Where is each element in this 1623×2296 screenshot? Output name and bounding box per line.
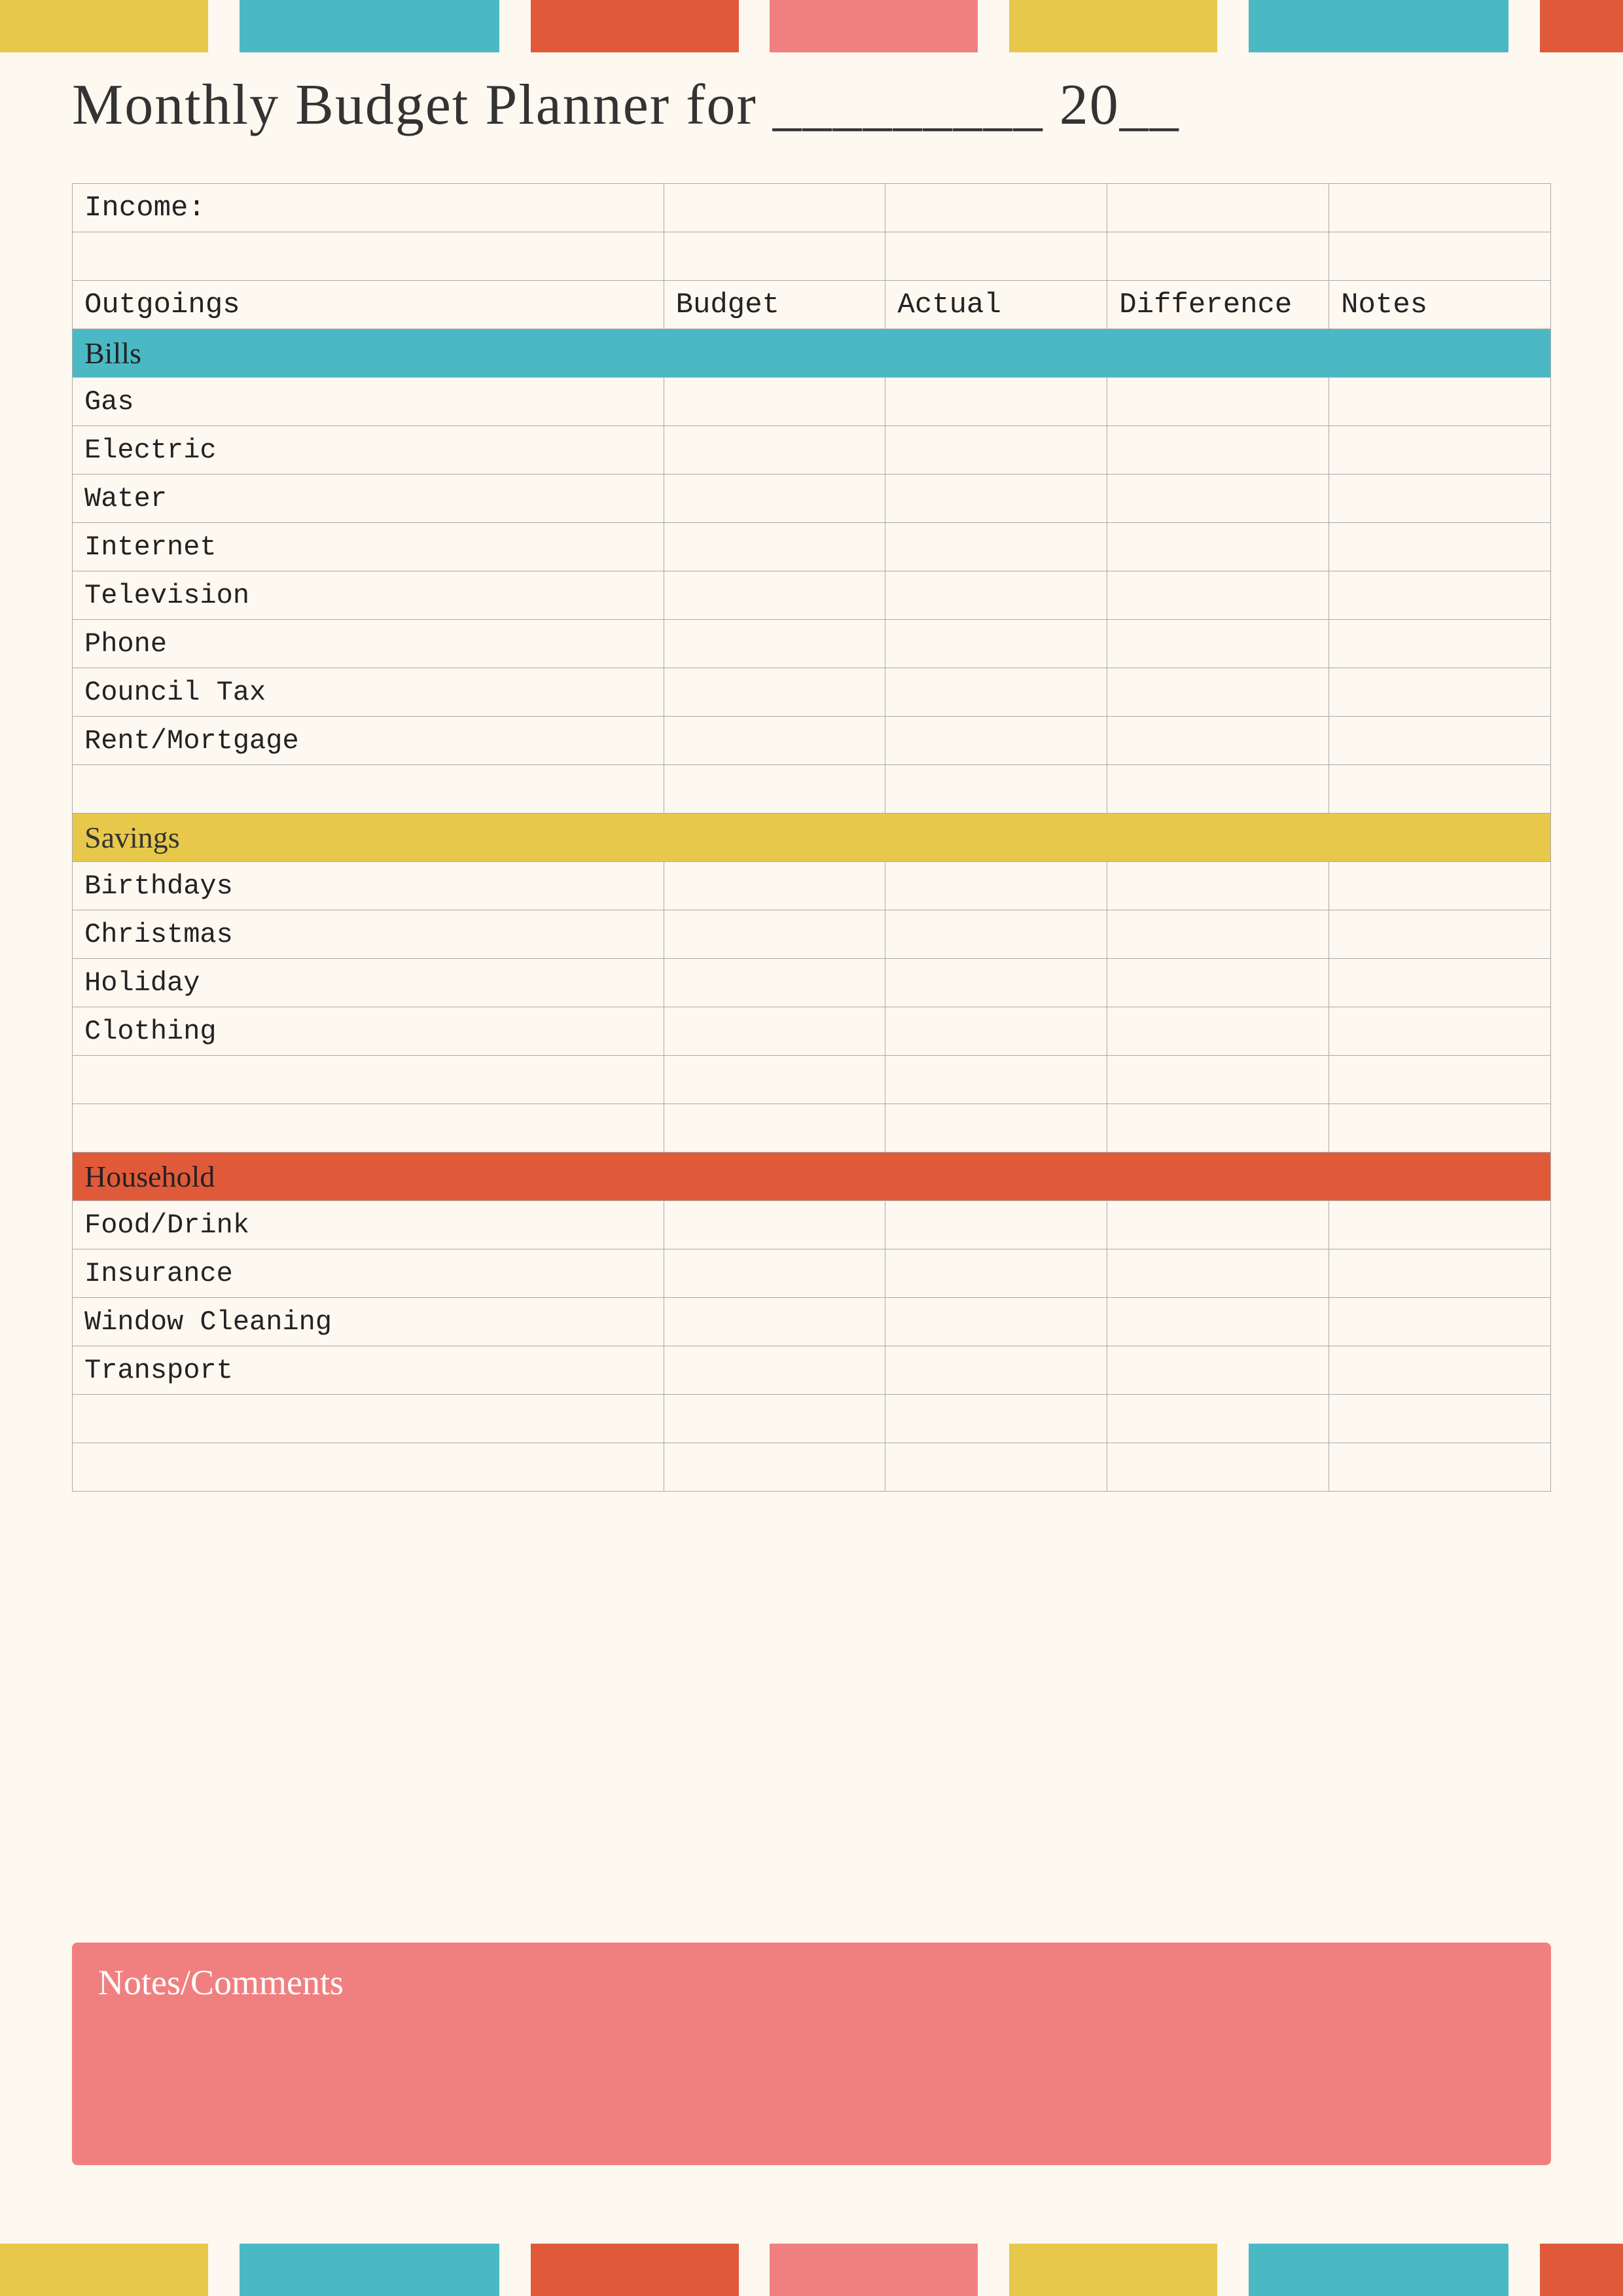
item-insurance: Insurance	[73, 1249, 664, 1298]
bar-gap-3	[739, 0, 770, 52]
empty-row-3	[73, 1056, 1551, 1104]
table-row: Clothing	[73, 1007, 1551, 1056]
bottom-color-bar	[0, 2244, 1623, 2296]
income-actual	[885, 184, 1107, 232]
table-row: Rent/Mortgage	[73, 717, 1551, 765]
item-water: Water	[73, 475, 664, 523]
table-row: Birthdays	[73, 862, 1551, 910]
item-gas: Gas	[73, 378, 664, 426]
item-internet: Internet	[73, 523, 664, 571]
income-budget	[664, 184, 885, 232]
bar-seg-1	[0, 0, 208, 52]
item-holiday: Holiday	[73, 959, 664, 1007]
table-row: Transport	[73, 1346, 1551, 1395]
bar-seg-6	[1249, 0, 1508, 52]
bills-label: Bills	[73, 329, 1551, 378]
table-row: Phone	[73, 620, 1551, 668]
bar-bot-gap-6	[1508, 2244, 1540, 2296]
savings-label: Savings	[73, 814, 1551, 862]
income-row: Income:	[73, 184, 1551, 232]
table-row: Insurance	[73, 1249, 1551, 1298]
bills-section-header: Bills	[73, 329, 1551, 378]
table-row: Council Tax	[73, 668, 1551, 717]
outgoings-label: Outgoings	[73, 281, 664, 329]
table-row: Window Cleaning	[73, 1298, 1551, 1346]
income-notes	[1329, 184, 1551, 232]
income-difference	[1107, 184, 1329, 232]
bar-gap-1	[208, 0, 240, 52]
bar-bot-7	[1540, 2244, 1623, 2296]
household-label: Household	[73, 1153, 1551, 1201]
bar-gap-6	[1508, 0, 1540, 52]
notes-comments-box: Notes/Comments	[72, 1943, 1551, 2165]
bar-seg-3	[531, 0, 739, 52]
bar-seg-5	[1009, 0, 1217, 52]
item-television: Television	[73, 571, 664, 620]
table-row: Electric	[73, 426, 1551, 475]
empty-row-5	[73, 1395, 1551, 1443]
budget-table-container: Income: Outgoings Budget Actual Differen…	[72, 183, 1551, 1492]
bar-bot-3	[531, 2244, 739, 2296]
empty-row-2	[73, 765, 1551, 814]
bar-bot-gap-2	[499, 2244, 531, 2296]
table-row: Gas	[73, 378, 1551, 426]
item-food-drink: Food/Drink	[73, 1201, 664, 1249]
budget-header: Budget	[664, 281, 885, 329]
table-row: Holiday	[73, 959, 1551, 1007]
bar-bot-5	[1009, 2244, 1217, 2296]
bar-seg-4	[770, 0, 978, 52]
table-row: Television	[73, 571, 1551, 620]
page-title: Monthly Budget Planner for _________ 20_…	[72, 72, 1551, 138]
actual-header: Actual	[885, 281, 1107, 329]
budget-table: Income: Outgoings Budget Actual Differen…	[72, 183, 1551, 1492]
bar-gap-4	[978, 0, 1009, 52]
empty-row-6	[73, 1443, 1551, 1492]
outgoings-header-row: Outgoings Budget Actual Difference Notes	[73, 281, 1551, 329]
table-row: Christmas	[73, 910, 1551, 959]
item-window-cleaning: Window Cleaning	[73, 1298, 664, 1346]
bar-bot-gap-3	[739, 2244, 770, 2296]
notes-header: Notes	[1329, 281, 1551, 329]
top-color-bar	[0, 0, 1623, 52]
table-row: Food/Drink	[73, 1201, 1551, 1249]
item-phone: Phone	[73, 620, 664, 668]
bar-seg-7	[1540, 0, 1623, 52]
bar-bot-6	[1249, 2244, 1508, 2296]
income-label: Income:	[73, 184, 664, 232]
bar-gap-5	[1217, 0, 1249, 52]
bar-seg-2	[240, 0, 499, 52]
savings-section-header: Savings	[73, 814, 1551, 862]
difference-header: Difference	[1107, 281, 1329, 329]
item-birthdays: Birthdays	[73, 862, 664, 910]
empty-row-1	[73, 232, 1551, 281]
bar-bot-gap-4	[978, 2244, 1009, 2296]
item-christmas: Christmas	[73, 910, 664, 959]
bar-bot-2	[240, 2244, 499, 2296]
bar-gap-2	[499, 0, 531, 52]
item-electric: Electric	[73, 426, 664, 475]
bar-bot-gap-5	[1217, 2244, 1249, 2296]
item-council-tax: Council Tax	[73, 668, 664, 717]
table-row: Internet	[73, 523, 1551, 571]
item-rent-mortgage: Rent/Mortgage	[73, 717, 664, 765]
bar-bot-1	[0, 2244, 208, 2296]
notes-label: Notes/Comments	[98, 1962, 1525, 2003]
bar-bot-gap-1	[208, 2244, 240, 2296]
empty-row-4	[73, 1104, 1551, 1153]
title-area: Monthly Budget Planner for _________ 20_…	[72, 72, 1551, 138]
table-row: Water	[73, 475, 1551, 523]
bar-bot-4	[770, 2244, 978, 2296]
item-transport: Transport	[73, 1346, 664, 1395]
item-clothing: Clothing	[73, 1007, 664, 1056]
household-section-header: Household	[73, 1153, 1551, 1201]
